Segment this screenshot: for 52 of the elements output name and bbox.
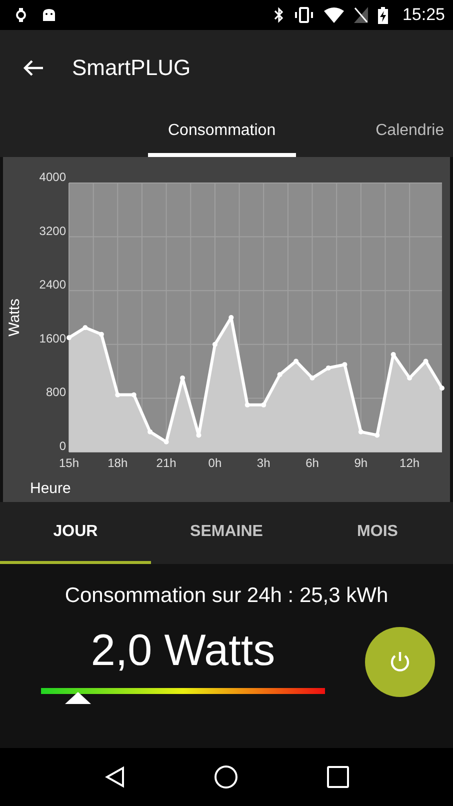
x-tick-label: 12h	[400, 456, 420, 470]
android-icon	[42, 8, 56, 22]
y-tick-label: 800	[46, 385, 66, 400]
point	[277, 372, 282, 378]
tab[interactable]: Calendrie	[356, 105, 453, 157]
battery-charging-icon	[378, 6, 388, 24]
home-icon[interactable]	[214, 765, 238, 789]
watch-icon	[16, 8, 26, 22]
point	[326, 365, 331, 370]
point	[342, 362, 348, 368]
point	[98, 332, 104, 337]
wifi-icon	[324, 7, 344, 23]
point	[310, 376, 315, 381]
no-sim-icon	[354, 7, 368, 23]
y-tick-label: 3200	[39, 224, 66, 238]
point	[244, 402, 250, 408]
point	[131, 392, 136, 398]
y-axis-title: Watts	[6, 298, 23, 336]
recents-icon[interactable]	[326, 766, 348, 788]
power-reading: 2,0 Watts	[90, 626, 276, 676]
x-tick-label: 6h	[306, 456, 319, 470]
point	[374, 432, 380, 438]
point	[212, 342, 218, 347]
period-tab[interactable]: MOIS	[302, 502, 453, 564]
x-axis-title: Heure	[30, 480, 71, 497]
point	[66, 335, 72, 340]
x-tick-label: 9h	[354, 456, 368, 470]
x-tick-label: 15h	[58, 456, 80, 470]
point	[358, 429, 364, 434]
power-icon	[388, 650, 412, 674]
vibrate-icon	[294, 7, 314, 23]
back-icon[interactable]	[104, 766, 124, 788]
x-tick-label: 18h	[108, 456, 128, 470]
point	[440, 386, 444, 391]
point	[294, 358, 299, 364]
y-tick-label: 1600	[39, 331, 66, 346]
app-title: SmartPLUG	[72, 54, 191, 80]
bluetooth-icon	[274, 7, 284, 23]
y-tick-label: 4000	[39, 170, 66, 184]
point	[115, 392, 120, 398]
point	[82, 325, 88, 330]
consumption-summary: Consommation sur 24h : 25,3 kWh	[64, 584, 388, 608]
y-tick-label: 0	[59, 439, 66, 453]
status-time: 15:25	[402, 5, 445, 25]
x-tick-label: 0h	[208, 456, 222, 470]
point	[148, 429, 153, 434]
x-tick-label: 3h	[256, 456, 270, 470]
back-arrow-icon[interactable]	[22, 58, 44, 76]
y-tick-label: 2400	[39, 278, 66, 292]
point	[261, 402, 266, 408]
x-tick-label: 21h	[156, 456, 176, 470]
period-tab[interactable]: SEMAINE	[151, 502, 302, 564]
